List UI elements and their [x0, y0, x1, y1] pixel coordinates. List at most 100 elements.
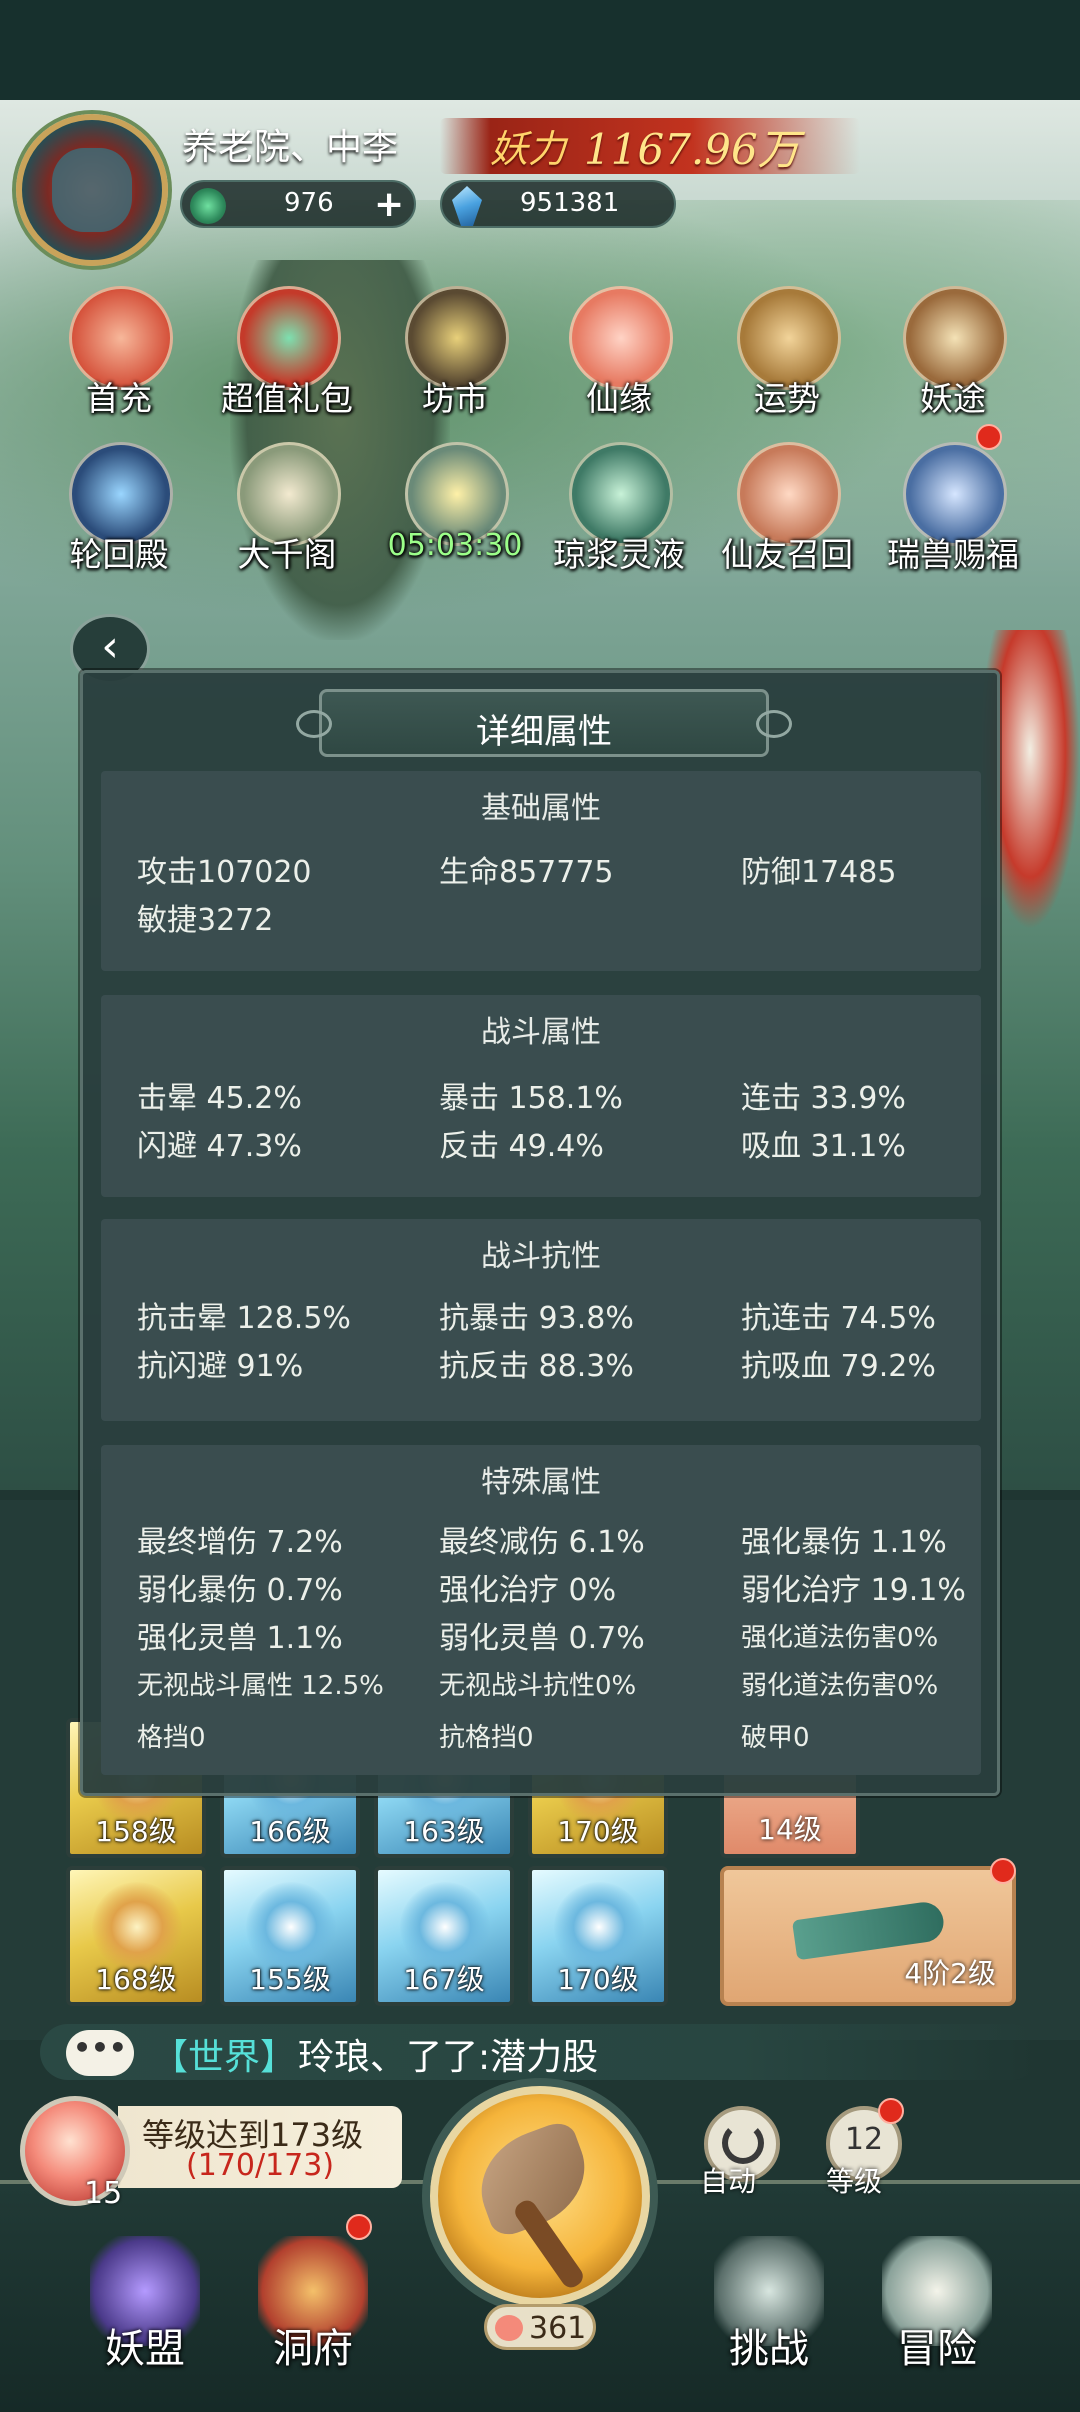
nav-challenge-button[interactable]: 挑战 — [694, 2226, 844, 2386]
menu-first-recharge[interactable]: 首充 — [44, 284, 194, 434]
nav-label: 妖盟 — [105, 2326, 185, 2372]
crystal-currency: 951381 — [440, 180, 676, 228]
weapon-level: 4阶2级 — [904, 1957, 996, 1990]
menu-label: 轮回殿 — [69, 535, 169, 574]
weapon-slot[interactable]: 4阶2级 — [720, 1866, 1016, 2006]
add-currency-button[interactable]: + — [374, 184, 404, 225]
nav-label: 冒险 — [897, 2326, 977, 2372]
stat-block: 格挡0 — [137, 1723, 206, 1753]
stat-spell-dmg-down: 弱化道法伤害0% — [741, 1671, 939, 1701]
auto-swirl-icon — [722, 2122, 764, 2164]
equip-slot[interactable]: 155级 — [220, 1866, 360, 2006]
power-value: 1167.96万 — [584, 125, 800, 174]
jade-coin-icon — [190, 188, 226, 224]
stat-resist-combo: 抗连击 74.5% — [741, 1301, 936, 1336]
detail-attributes-panel: 详细属性 基础属性 攻击107020 生命857775 防御17485 敏捷32… — [80, 670, 1000, 1796]
equip-slot[interactable]: 168级 — [66, 1866, 206, 2006]
menu-label: 坊市 — [422, 379, 488, 418]
nav-label: 挑战 — [729, 2326, 809, 2372]
stat-crit-dmg-up: 强化暴伤 1.1% — [741, 1525, 947, 1560]
stat-dodge: 闪避 47.3% — [137, 1129, 302, 1164]
crystal-icon — [452, 186, 482, 226]
stat-crit: 暴击 158.1% — [439, 1081, 623, 1116]
basic-attributes-section: 基础属性 攻击107020 生命857775 防御17485 敏捷3272 — [101, 771, 981, 971]
equip-slot[interactable]: 170级 — [528, 1866, 668, 2006]
level-label: 等级 — [826, 2165, 883, 2198]
stat-defense: 防御17485 — [741, 855, 897, 890]
crystal-amount: 951381 — [520, 188, 620, 218]
stat-armor-break: 破甲0 — [741, 1723, 810, 1753]
notification-dot — [878, 2098, 904, 2124]
equip-level: 163级 — [403, 1815, 485, 1848]
menu-fortune[interactable]: 运势 — [712, 284, 862, 434]
stat-crit-dmg-down: 弱化暴伤 0.7% — [137, 1573, 343, 1608]
menu-label: 超值礼包 — [221, 379, 353, 418]
stat-beast-up: 强化灵兽 1.1% — [137, 1621, 343, 1656]
chat-channel: 【世界】 — [152, 2037, 297, 2078]
nav-adventure-button[interactable]: 冒险 — [862, 2226, 1012, 2386]
player-avatar[interactable] — [16, 114, 168, 266]
top-dark-band — [0, 0, 1080, 100]
notification-dot — [346, 2214, 372, 2240]
menu-label: 运势 — [754, 379, 820, 418]
menu-daqian-pavilion[interactable]: 大千阁 — [212, 440, 362, 590]
equip-slot[interactable]: 167级 — [374, 1866, 514, 2006]
equip-level: 14级 — [758, 1813, 822, 1846]
equip-level: 166级 — [249, 1815, 331, 1848]
equip-level: 170级 — [557, 1815, 639, 1848]
section-title: 战斗属性 — [481, 1015, 601, 1050]
chat-bubble-icon[interactable]: ••• — [66, 2030, 134, 2076]
stat-hp: 生命857775 — [439, 855, 614, 890]
peach-count: 15 — [84, 2176, 123, 2211]
power-label: 妖力 — [490, 127, 567, 171]
equip-level: 168级 — [95, 1963, 177, 1996]
axe-chop-button[interactable] — [430, 2086, 650, 2306]
stat-final-dmg-up: 最终增伤 7.2% — [137, 1525, 343, 1560]
section-title: 特殊属性 — [481, 1465, 601, 1500]
stat-ignore-combat-resist: 无视战斗抗性0% — [439, 1671, 637, 1701]
menu-label: 仙友召回 — [721, 535, 853, 574]
combat-attributes-section: 战斗属性 击晕 45.2% 暴击 158.1% 连击 33.9% 闪避 47.3… — [101, 995, 981, 1197]
event-timer: 05:03:30 — [387, 528, 523, 563]
stat-resist-dodge: 抗闪避 91% — [137, 1349, 304, 1384]
menu-beast-blessing[interactable]: 瑞兽赐福 — [878, 440, 1028, 590]
chat-message: 玲琅、了了:潜力股 — [298, 2037, 599, 2078]
stat-stun: 击晕 45.2% — [137, 1081, 302, 1116]
level-number: 12 — [844, 2122, 884, 2157]
stat-beast-down: 弱化灵兽 0.7% — [439, 1621, 645, 1656]
special-attributes-section: 特殊属性 最终增伤 7.2% 最终减伤 6.1% 强化暴伤 1.1% 弱化暴伤 … — [101, 1445, 981, 1775]
stamina-counter: 361 — [484, 2304, 596, 2350]
peach-small-icon — [495, 2315, 523, 2341]
nav-alliance-button[interactable]: 妖盟 — [70, 2226, 220, 2386]
stat-resist-crit: 抗暴击 93.8% — [439, 1301, 634, 1336]
player-name: 养老院、中李 — [182, 127, 399, 168]
dragon-portrait — [52, 148, 132, 232]
menu-reincarnation-hall[interactable]: 轮回殿 — [44, 440, 194, 590]
stat-spell-dmg-up: 强化道法伤害0% — [741, 1623, 939, 1653]
menu-nectar[interactable]: 琼浆灵液 — [544, 440, 694, 590]
stat-anti-block: 抗格挡0 — [439, 1723, 534, 1753]
stat-attack: 攻击107020 — [137, 855, 312, 890]
notification-dot — [990, 1858, 1016, 1884]
menu-immortal-fate[interactable]: 仙缘 — [544, 284, 694, 434]
stat-combo: 连击 33.9% — [741, 1081, 906, 1116]
panel-title: 详细属性 — [476, 712, 612, 752]
menu-timed-event[interactable]: 05:03:30 — [380, 440, 530, 590]
auto-label: 自动 — [700, 2165, 757, 2198]
menu-friend-recall[interactable]: 仙友召回 — [712, 440, 862, 590]
panel-title-plate: 详细属性 — [296, 689, 792, 757]
menu-demon-path[interactable]: 妖途 — [878, 284, 1028, 434]
stat-heal-up: 强化治疗 0% — [439, 1573, 617, 1608]
stat-lifesteal: 吸血 31.1% — [741, 1129, 906, 1164]
notification-dot — [976, 424, 1002, 450]
menu-market[interactable]: 坊市 — [380, 284, 530, 434]
combat-resist-section: 战斗抗性 抗击晕 128.5% 抗暴击 93.8% 抗连击 74.5% 抗闪避 … — [101, 1219, 981, 1421]
nav-cave-button[interactable]: 洞府 — [238, 2226, 388, 2386]
menu-value-pack[interactable]: 超值礼包 — [212, 284, 362, 434]
menu-label: 仙缘 — [586, 379, 652, 418]
section-title: 战斗抗性 — [481, 1239, 601, 1274]
stat-final-dmg-down: 最终减伤 6.1% — [439, 1525, 645, 1560]
stat-resist-lifesteal: 抗吸血 79.2% — [741, 1349, 936, 1384]
stat-counter: 反击 49.4% — [439, 1129, 604, 1164]
stat-heal-down: 弱化治疗 19.1% — [741, 1573, 966, 1608]
